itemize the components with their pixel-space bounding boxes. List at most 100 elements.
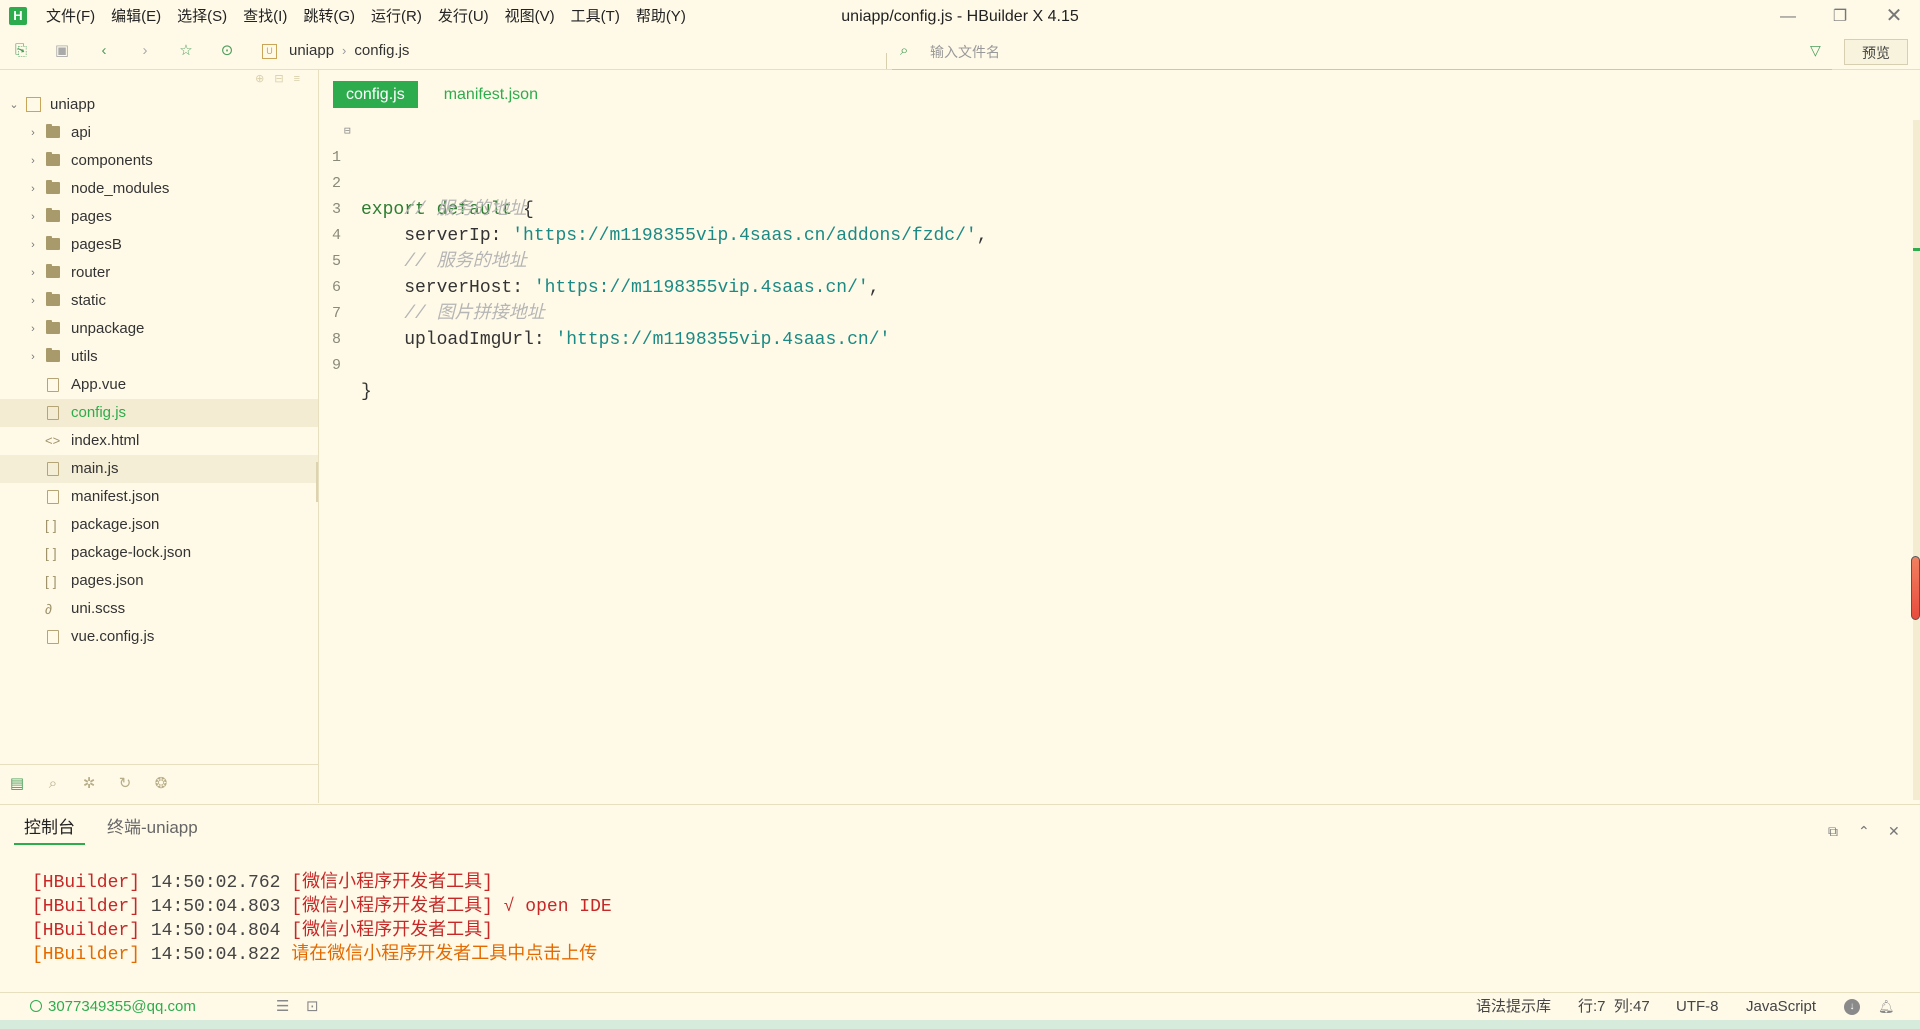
toolbar: ⎘ ▣ ‹ › ☆ ⊙ U uniapp › config.js ⌕ ▽ 预览 bbox=[0, 33, 1920, 70]
cursor-position[interactable]: 行:7 列:47 bbox=[1578, 993, 1650, 1021]
maximize-button[interactable]: ❐ bbox=[1814, 0, 1866, 33]
json-file-icon: [ ] bbox=[45, 573, 57, 589]
tree-folder[interactable]: › static bbox=[0, 287, 318, 315]
tree-file[interactable]: [ ] pages.json bbox=[0, 567, 318, 595]
code-area[interactable]: 1 ⊟ export default { 2 // 服务的地址 3 server… bbox=[319, 119, 988, 402]
filter-icon[interactable]: ▽ bbox=[1810, 42, 1821, 59]
tree-file[interactable]: ∂ uni.scss bbox=[0, 595, 318, 623]
save-icon[interactable]: ▣ bbox=[52, 41, 72, 61]
debug-icon[interactable]: ✲ bbox=[80, 775, 98, 793]
log-time: 14:50:02.762 bbox=[150, 873, 281, 893]
tree-folder[interactable]: › node_modules bbox=[0, 175, 318, 203]
breadcrumb-project[interactable]: uniapp bbox=[289, 33, 334, 69]
tree-item-label: api bbox=[71, 124, 92, 141]
tree-file[interactable]: [ ] package.json bbox=[0, 511, 318, 539]
tree-folder[interactable]: › api bbox=[0, 119, 318, 147]
menu-publish[interactable]: 发行(U) bbox=[430, 0, 497, 33]
chevron-right-icon[interactable]: › bbox=[27, 119, 39, 147]
tab-manifest-json[interactable]: manifest.json bbox=[431, 81, 551, 108]
chevron-right-icon[interactable]: › bbox=[27, 203, 39, 231]
chevron-up-icon[interactable]: ⌃ bbox=[1858, 823, 1870, 840]
menu-help[interactable]: 帮助(Y) bbox=[628, 0, 694, 33]
encoding[interactable]: UTF-8 bbox=[1676, 993, 1719, 1021]
chevron-down-icon[interactable]: ⌄ bbox=[8, 91, 20, 119]
new-file-icon[interactable]: ⎘ bbox=[11, 41, 31, 61]
chevron-right-icon[interactable]: › bbox=[27, 343, 39, 371]
file-search-input[interactable] bbox=[928, 41, 1772, 63]
favorite-icon[interactable]: ☆ bbox=[176, 41, 196, 61]
code-text: } bbox=[361, 382, 372, 402]
preview-button[interactable]: 预览 bbox=[1844, 39, 1908, 65]
menu-file[interactable]: 文件(F) bbox=[38, 0, 103, 33]
tree-folder[interactable]: › components bbox=[0, 147, 318, 175]
tree-folder[interactable]: › router bbox=[0, 259, 318, 287]
tree-item-label: main.js bbox=[71, 460, 119, 477]
chevron-right-icon[interactable]: › bbox=[27, 231, 39, 259]
tree-file[interactable]: config.js bbox=[0, 399, 318, 427]
tree-folder[interactable]: › pagesB bbox=[0, 231, 318, 259]
log-line: [HBuilder] 14:50:04.822 请在微信小程序开发者工具中点击上… bbox=[32, 943, 612, 967]
project-icon bbox=[26, 97, 41, 112]
source-control-icon[interactable]: ↻ bbox=[116, 775, 134, 793]
folder-icon bbox=[46, 292, 60, 306]
back-icon[interactable]: ‹ bbox=[94, 41, 114, 61]
tree-folder[interactable]: › utils bbox=[0, 343, 318, 371]
tree-file[interactable]: App.vue bbox=[0, 371, 318, 399]
chevron-right-icon[interactable]: › bbox=[27, 147, 39, 175]
tab-config-js[interactable]: config.js bbox=[333, 81, 418, 108]
tree-file[interactable]: main.js bbox=[0, 455, 318, 483]
console-open-icon[interactable]: ⧉ bbox=[1828, 823, 1838, 840]
console-close-icon[interactable]: ✕ bbox=[1888, 823, 1900, 840]
log-time: 14:50:04.822 bbox=[150, 945, 281, 965]
scrollbar-thumb[interactable] bbox=[1911, 556, 1920, 620]
menu-run[interactable]: 运行(R) bbox=[363, 0, 430, 33]
menu-find[interactable]: 查找(I) bbox=[235, 0, 295, 33]
language-mode[interactable]: JavaScript bbox=[1746, 993, 1816, 1021]
syntax-library[interactable]: 语法提示库 bbox=[1476, 993, 1551, 1021]
tree-item-label: utils bbox=[71, 348, 98, 365]
tree-file[interactable]: <> index.html bbox=[0, 427, 318, 455]
editor-scrollbar[interactable] bbox=[1913, 120, 1920, 800]
chevron-right-icon[interactable]: › bbox=[27, 175, 39, 203]
list-icon[interactable]: ☰ bbox=[276, 993, 289, 1021]
user-account[interactable]: 3077349355@qq.com bbox=[48, 993, 196, 1021]
close-button[interactable]: ✕ bbox=[1868, 0, 1920, 33]
tree-file[interactable]: vue.config.js bbox=[0, 623, 318, 651]
menu-view[interactable]: 视图(V) bbox=[497, 0, 563, 33]
chevron-right-icon[interactable]: › bbox=[27, 315, 39, 343]
explorer-icon[interactable]: ▤ bbox=[8, 775, 26, 793]
tab-terminal[interactable]: 终端-uniapp bbox=[97, 813, 208, 843]
tree-folder[interactable]: › unpackage bbox=[0, 315, 318, 343]
code-key: serverHost: bbox=[361, 278, 534, 298]
menu-tools[interactable]: 工具(T) bbox=[563, 0, 628, 33]
menu-edit[interactable]: 编辑(E) bbox=[103, 0, 169, 33]
terminal-icon[interactable]: ⊡ bbox=[306, 993, 319, 1021]
chevron-right-icon[interactable]: › bbox=[27, 287, 39, 315]
chevron-right-icon[interactable]: › bbox=[27, 259, 39, 287]
tab-console[interactable]: 控制台 bbox=[14, 813, 85, 845]
tree-folder[interactable]: › pages bbox=[0, 203, 318, 231]
tree-root[interactable]: ⌄ uniapp bbox=[0, 91, 318, 119]
minimize-button[interactable]: — bbox=[1762, 0, 1814, 33]
explorer-tools[interactable]: ⊕⊟≡ bbox=[255, 72, 310, 85]
search-icon[interactable]: ⌕ bbox=[44, 775, 62, 793]
menu-select[interactable]: 选择(S) bbox=[169, 0, 235, 33]
code-comment: // 图片拼接地址 bbox=[361, 304, 545, 324]
folder-icon bbox=[46, 180, 60, 194]
html-file-icon: <> bbox=[45, 433, 61, 448]
breadcrumb-file[interactable]: config.js bbox=[354, 33, 409, 69]
forward-icon[interactable]: › bbox=[135, 41, 155, 61]
tree-item-label: router bbox=[71, 264, 111, 281]
run-icon[interactable]: ⊙ bbox=[217, 41, 237, 61]
log-message: 请在微信小程序开发者工具中点击上传 bbox=[291, 945, 598, 965]
download-icon[interactable]: ↓ bbox=[1844, 999, 1860, 1015]
sidebar-bottom-tools: ▤ ⌕ ✲ ↻ ❂ bbox=[0, 764, 318, 804]
plugin-icon[interactable]: ❂ bbox=[152, 775, 170, 793]
fold-icon[interactable]: ⊟ bbox=[344, 119, 351, 145]
tree-file[interactable]: [ ] package-lock.json bbox=[0, 539, 318, 567]
log-line: [HBuilder] 14:50:02.762 [微信小程序开发者工具] bbox=[32, 871, 612, 895]
tree-file[interactable]: manifest.json bbox=[0, 483, 318, 511]
menu-goto[interactable]: 跳转(G) bbox=[295, 0, 363, 33]
sidebar-resize-handle[interactable] bbox=[316, 462, 318, 502]
bell-icon[interactable]: 🔔︎ bbox=[1878, 993, 1895, 1021]
